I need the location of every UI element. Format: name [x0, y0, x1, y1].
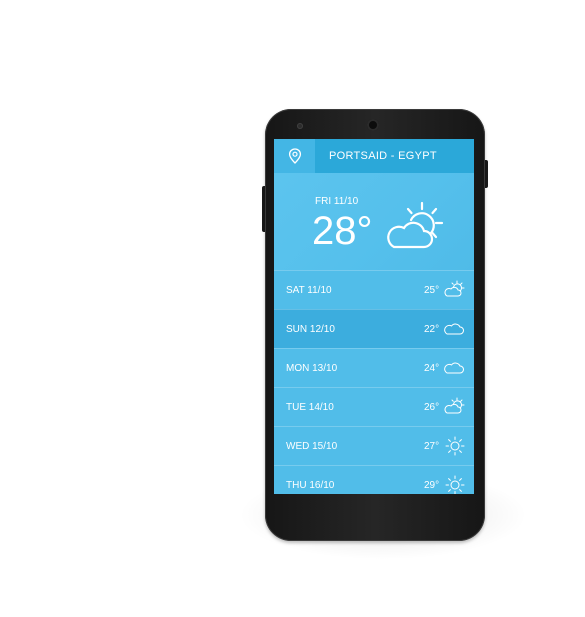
cloud-icon [444, 357, 466, 379]
weather-app-screen: PORTSAID - EGYPT FRI 11/10 28° SAT 11/10… [274, 139, 474, 494]
partly-sunny-icon [444, 396, 466, 418]
forecast-temp: 26° [424, 402, 440, 413]
forecast-temp: 27° [424, 441, 440, 452]
forecast-temp: 29° [424, 480, 440, 491]
app-header: PORTSAID - EGYPT [274, 139, 474, 173]
location-name[interactable]: PORTSAID - EGYPT [329, 139, 437, 173]
forecast-row-sun[interactable]: SUN 12/10 22° [274, 309, 474, 348]
mockup-stage: PORTSAID - EGYPT FRI 11/10 28° SAT 11/10… [0, 0, 585, 617]
forecast-row-tue[interactable]: TUE 14/10 26° [274, 387, 474, 426]
forecast-row-wed[interactable]: WED 15/10 27° [274, 426, 474, 465]
forecast-temp: 25° [424, 285, 440, 296]
forecast-day: THU 16/10 [286, 480, 335, 491]
current-temperature: 28° [312, 209, 373, 253]
forecast-list: SAT 11/10 25° SUN 12/10 22° MON 13/10 24… [274, 270, 474, 494]
forecast-day: SAT 11/10 [286, 285, 332, 296]
forecast-row-sat[interactable]: SAT 11/10 25° [274, 270, 474, 309]
location-button[interactable] [274, 139, 315, 173]
forecast-row-thu[interactable]: THU 16/10 29° [274, 465, 474, 494]
forecast-day: TUE 14/10 [286, 402, 334, 413]
forecast-day: MON 13/10 [286, 363, 338, 374]
cloud-icon [444, 318, 466, 340]
sun-icon [444, 435, 466, 457]
sun-icon [444, 474, 466, 494]
power-button [485, 160, 488, 188]
proximity-sensor [297, 123, 303, 129]
forecast-day: SUN 12/10 [286, 324, 335, 335]
location-pin-icon [288, 148, 302, 164]
partly-sunny-icon [384, 201, 448, 255]
forecast-temp: 24° [424, 363, 440, 374]
forecast-day: WED 15/10 [286, 441, 338, 452]
current-weather: FRI 11/10 28° [274, 173, 474, 270]
front-camera [367, 119, 379, 131]
current-date: FRI 11/10 [315, 196, 359, 207]
forecast-row-mon[interactable]: MON 13/10 24° [274, 348, 474, 387]
forecast-temp: 22° [424, 324, 440, 335]
partly-sunny-icon [444, 279, 466, 301]
